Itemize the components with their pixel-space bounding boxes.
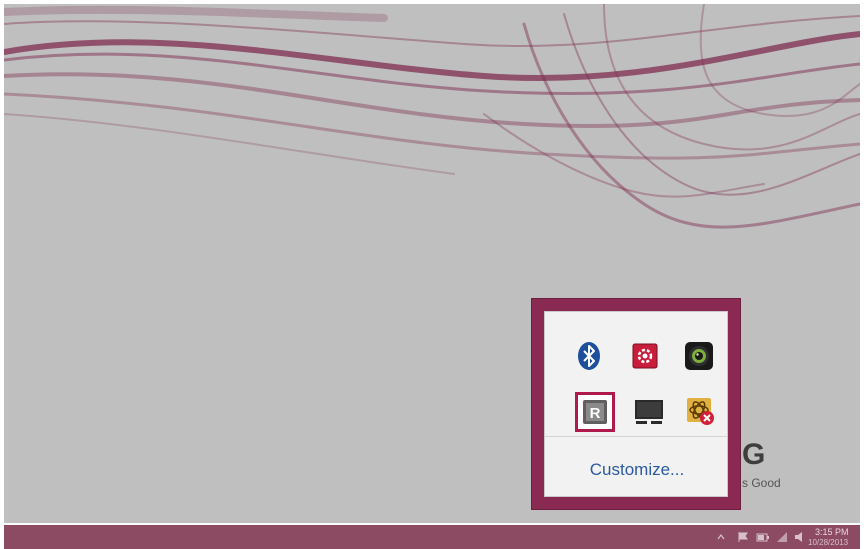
customize-link[interactable]: Customize... [545,460,729,480]
svg-text:R: R [590,405,601,422]
power-battery-icon[interactable] [756,531,770,543]
settings-gear-icon[interactable] [625,336,665,376]
taskbar: 3:15 PM 10/28/2013 [4,525,860,549]
wifi-signal-icon[interactable] [776,531,788,543]
reader-r-icon[interactable]: R [575,392,615,432]
brand-logo: G [742,438,765,471]
bluetooth-icon[interactable] [569,336,609,376]
flyout-divider [545,436,727,437]
volume-speaker-icon[interactable] [794,531,804,543]
show-hidden-icons-chevron-icon[interactable] [717,531,725,543]
clock-date[interactable]: 10/28/2013 [808,538,848,547]
network-error-icon[interactable] [681,392,721,432]
camera-app-icon[interactable] [679,336,719,376]
brand-slogan: s Good [742,476,781,490]
clock-time[interactable]: 3:15 PM [815,527,849,537]
tray-overflow-flyout: R Customize... [532,299,740,509]
action-center-flag-icon[interactable] [737,531,749,543]
flyout-panel: R Customize... [544,311,728,497]
display-monitor-icon[interactable] [629,392,669,432]
